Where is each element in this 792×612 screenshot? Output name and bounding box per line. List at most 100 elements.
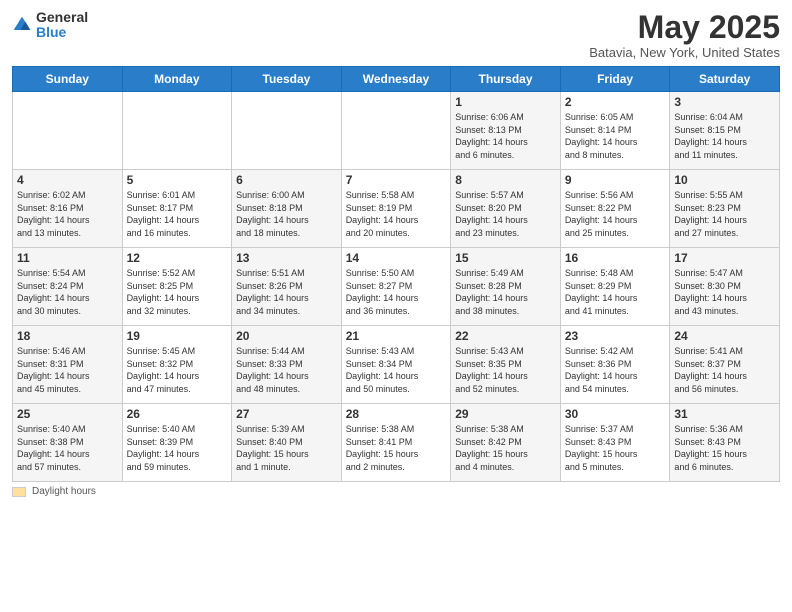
header-row: Sunday Monday Tuesday Wednesday Thursday…	[13, 67, 780, 92]
cell-info: Sunrise: 5:45 AM Sunset: 8:32 PM Dayligh…	[127, 345, 228, 395]
day-cell: 13 Sunrise: 5:51 AM Sunset: 8:26 PM Dayli…	[232, 248, 342, 326]
day-cell: 8 Sunrise: 5:57 AM Sunset: 8:20 PM Daylig…	[451, 170, 561, 248]
cell-info: Sunrise: 5:57 AM Sunset: 8:20 PM Dayligh…	[455, 189, 556, 239]
day-cell: 16 Sunrise: 5:48 AM Sunset: 8:29 PM Dayli…	[560, 248, 670, 326]
day-cell: 23Sunrise: 5:42 AM Sunset: 8:36 PM Dayli…	[560, 326, 670, 404]
day-cell: 28 Sunrise: 5:38 AM Sunset: 8:41 PM Dayli…	[341, 404, 451, 482]
date-number: 8	[455, 173, 556, 187]
cell-info: Sunrise: 6:01 AM Sunset: 8:17 PM Dayligh…	[127, 189, 228, 239]
logo-blue-text: Blue	[36, 25, 88, 40]
legend-label: Daylight hours	[32, 486, 96, 497]
date-number: 26	[127, 407, 228, 421]
calendar-body: 1 Sunrise: 6:06 AM Sunset: 8:13 PM Daylig…	[13, 92, 780, 482]
date-number: 5	[127, 173, 228, 187]
day-cell: 2Sunrise: 6:05 AM Sunset: 8:14 PM Daylig…	[560, 92, 670, 170]
location: Batavia, New York, United States	[589, 45, 780, 60]
day-cell: 10Sunrise: 5:55 AM Sunset: 8:23 PM Dayli…	[670, 170, 780, 248]
cell-info: Sunrise: 5:43 AM Sunset: 8:35 PM Dayligh…	[455, 345, 556, 395]
week-row-1: 1 Sunrise: 6:06 AM Sunset: 8:13 PM Daylig…	[13, 92, 780, 170]
day-cell: 7Sunrise: 5:58 AM Sunset: 8:19 PM Daylig…	[341, 170, 451, 248]
date-number: 19	[127, 329, 228, 343]
date-number: 3	[674, 95, 775, 109]
cell-info: Sunrise: 5:36 AM Sunset: 8:43 PM Dayligh…	[674, 423, 775, 473]
cell-info: Sunrise: 5:38 AM Sunset: 8:42 PM Dayligh…	[455, 423, 556, 473]
cell-info: Sunrise: 5:40 AM Sunset: 8:38 PM Dayligh…	[17, 423, 118, 473]
date-number: 4	[17, 173, 118, 187]
day-cell: 25Sunrise: 5:40 AM Sunset: 8:38 PM Dayli…	[13, 404, 123, 482]
cell-info: Sunrise: 5:37 AM Sunset: 8:43 PM Dayligh…	[565, 423, 666, 473]
cell-info: Sunrise: 6:04 AM Sunset: 8:15 PM Dayligh…	[674, 111, 775, 161]
legend-row: Daylight hours	[12, 486, 780, 497]
date-number: 28	[346, 407, 447, 421]
day-cell: 1 Sunrise: 6:06 AM Sunset: 8:13 PM Daylig…	[451, 92, 561, 170]
day-cell: 30 Sunrise: 5:37 AM Sunset: 8:43 PM Dayli…	[560, 404, 670, 482]
date-number: 7	[346, 173, 447, 187]
date-number: 23	[565, 329, 666, 343]
date-number: 27	[236, 407, 337, 421]
day-cell: 9 Sunrise: 5:56 AM Sunset: 8:22 PM Daylig…	[560, 170, 670, 248]
date-number: 17	[674, 251, 775, 265]
col-sunday: Sunday	[13, 67, 123, 92]
cell-info: Sunrise: 5:39 AM Sunset: 8:40 PM Dayligh…	[236, 423, 337, 473]
col-tuesday: Tuesday	[232, 67, 342, 92]
date-number: 10	[674, 173, 775, 187]
day-cell	[341, 92, 451, 170]
col-monday: Monday	[122, 67, 232, 92]
date-number: 13	[236, 251, 337, 265]
cell-info: Sunrise: 5:56 AM Sunset: 8:22 PM Dayligh…	[565, 189, 666, 239]
date-number: 21	[346, 329, 447, 343]
date-number: 1	[455, 95, 556, 109]
day-cell: 5 Sunrise: 6:01 AM Sunset: 8:17 PM Daylig…	[122, 170, 232, 248]
date-number: 9	[565, 173, 666, 187]
col-wednesday: Wednesday	[341, 67, 451, 92]
cell-info: Sunrise: 5:38 AM Sunset: 8:41 PM Dayligh…	[346, 423, 447, 473]
col-thursday: Thursday	[451, 67, 561, 92]
date-number: 24	[674, 329, 775, 343]
date-number: 6	[236, 173, 337, 187]
date-number: 30	[565, 407, 666, 421]
cell-info: Sunrise: 6:06 AM Sunset: 8:13 PM Dayligh…	[455, 111, 556, 161]
day-cell: 12 Sunrise: 5:52 AM Sunset: 8:25 PM Dayli…	[122, 248, 232, 326]
day-cell	[13, 92, 123, 170]
week-row-3: 11 Sunrise: 5:54 AM Sunset: 8:24 PM Dayli…	[13, 248, 780, 326]
cell-info: Sunrise: 5:52 AM Sunset: 8:25 PM Dayligh…	[127, 267, 228, 317]
day-cell	[122, 92, 232, 170]
cell-info: Sunrise: 5:40 AM Sunset: 8:39 PM Dayligh…	[127, 423, 228, 473]
logo-icon	[12, 15, 32, 35]
day-cell	[232, 92, 342, 170]
day-cell: 17Sunrise: 5:47 AM Sunset: 8:30 PM Dayli…	[670, 248, 780, 326]
date-number: 11	[17, 251, 118, 265]
week-row-2: 4Sunrise: 6:02 AM Sunset: 8:16 PM Daylig…	[13, 170, 780, 248]
day-cell: 31Sunrise: 5:36 AM Sunset: 8:43 PM Dayli…	[670, 404, 780, 482]
date-number: 16	[565, 251, 666, 265]
date-number: 20	[236, 329, 337, 343]
week-row-5: 25Sunrise: 5:40 AM Sunset: 8:38 PM Dayli…	[13, 404, 780, 482]
date-number: 22	[455, 329, 556, 343]
cell-info: Sunrise: 5:48 AM Sunset: 8:29 PM Dayligh…	[565, 267, 666, 317]
cell-info: Sunrise: 5:43 AM Sunset: 8:34 PM Dayligh…	[346, 345, 447, 395]
date-number: 12	[127, 251, 228, 265]
cell-info: Sunrise: 5:51 AM Sunset: 8:26 PM Dayligh…	[236, 267, 337, 317]
col-saturday: Saturday	[670, 67, 780, 92]
cell-info: Sunrise: 5:41 AM Sunset: 8:37 PM Dayligh…	[674, 345, 775, 395]
cell-info: Sunrise: 5:46 AM Sunset: 8:31 PM Dayligh…	[17, 345, 118, 395]
day-cell: 21 Sunrise: 5:43 AM Sunset: 8:34 PM Dayli…	[341, 326, 451, 404]
cell-info: Sunrise: 5:54 AM Sunset: 8:24 PM Dayligh…	[17, 267, 118, 317]
day-cell: 19 Sunrise: 5:45 AM Sunset: 8:32 PM Dayli…	[122, 326, 232, 404]
week-row-4: 18 Sunrise: 5:46 AM Sunset: 8:31 PM Dayli…	[13, 326, 780, 404]
day-cell: 15Sunrise: 5:49 AM Sunset: 8:28 PM Dayli…	[451, 248, 561, 326]
legend-box	[12, 487, 26, 497]
page-container: General Blue May 2025 Batavia, New York,…	[0, 0, 792, 505]
header: General Blue May 2025 Batavia, New York,…	[12, 10, 780, 60]
date-number: 18	[17, 329, 118, 343]
day-cell: 22 Sunrise: 5:43 AM Sunset: 8:35 PM Dayli…	[451, 326, 561, 404]
date-number: 2	[565, 95, 666, 109]
day-cell: 6Sunrise: 6:00 AM Sunset: 8:18 PM Daylig…	[232, 170, 342, 248]
cell-info: Sunrise: 5:49 AM Sunset: 8:28 PM Dayligh…	[455, 267, 556, 317]
day-cell: 18 Sunrise: 5:46 AM Sunset: 8:31 PM Dayli…	[13, 326, 123, 404]
calendar-table: Sunday Monday Tuesday Wednesday Thursday…	[12, 66, 780, 482]
logo: General Blue	[12, 10, 88, 41]
day-cell: 29Sunrise: 5:38 AM Sunset: 8:42 PM Dayli…	[451, 404, 561, 482]
day-cell: 4Sunrise: 6:02 AM Sunset: 8:16 PM Daylig…	[13, 170, 123, 248]
day-cell: 3 Sunrise: 6:04 AM Sunset: 8:15 PM Daylig…	[670, 92, 780, 170]
